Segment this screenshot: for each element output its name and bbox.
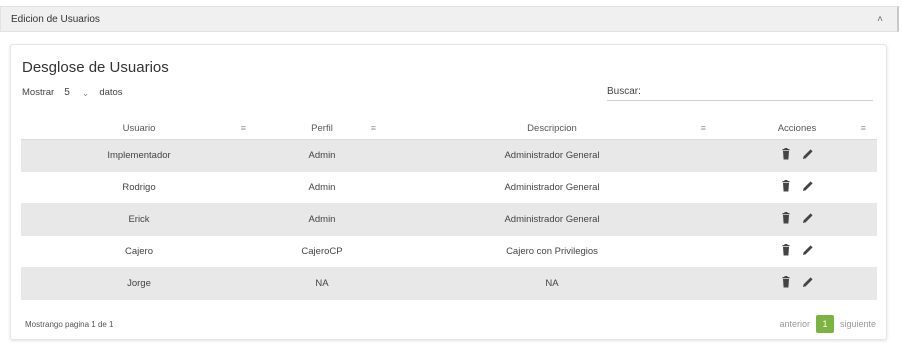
cell-acciones xyxy=(717,267,877,300)
accordion-title: Edicion de Usuarios xyxy=(11,13,100,25)
cell-usuario: Jorge xyxy=(21,267,257,300)
column-header-perfil[interactable]: Perfil ≡ xyxy=(257,119,387,140)
cell-perfil: NA xyxy=(257,267,387,300)
search-control: Buscar: xyxy=(607,83,873,101)
cell-acciones xyxy=(717,203,877,236)
column-header-usuario[interactable]: Usuario ≡ xyxy=(21,119,257,140)
next-page-link[interactable]: siguiente xyxy=(840,319,876,329)
cell-usuario: Implementador xyxy=(21,139,257,172)
trash-icon[interactable] xyxy=(780,179,792,192)
chevron-down-icon: ⌄ xyxy=(81,88,90,98)
cell-descripcion: Administrador General xyxy=(387,203,717,236)
trash-icon[interactable] xyxy=(780,147,792,160)
pencil-icon[interactable] xyxy=(802,244,814,256)
page-length-select[interactable]: 5 ⌄ xyxy=(60,85,93,99)
cell-perfil: CajeroCP xyxy=(257,235,387,268)
cell-usuario: Cajero xyxy=(21,235,257,268)
cell-descripcion: NA xyxy=(387,267,717,300)
page-length-control: Mostrar 5 ⌄ datos xyxy=(22,85,123,99)
cell-acciones xyxy=(717,171,877,204)
page-button-1[interactable]: 1 xyxy=(815,315,834,333)
trash-icon[interactable] xyxy=(780,275,792,288)
cell-perfil: Admin xyxy=(257,171,387,204)
table-header-row: Usuario ≡ Perfil ≡ Descripcion ≡ Accione… xyxy=(21,119,877,140)
sort-icon[interactable]: ≡ xyxy=(371,123,376,133)
table-row: Rodrigo Admin Administrador General xyxy=(21,171,877,204)
trash-icon[interactable] xyxy=(780,211,792,224)
pencil-icon[interactable] xyxy=(802,212,814,224)
length-prefix: Mostrar xyxy=(22,86,55,98)
length-suffix: datos xyxy=(99,86,123,98)
table-row: Implementador Admin Administrador Genera… xyxy=(21,139,877,172)
users-table: Usuario ≡ Perfil ≡ Descripcion ≡ Accione… xyxy=(21,119,877,300)
search-label: Buscar: xyxy=(607,86,641,97)
trash-icon[interactable] xyxy=(780,243,792,256)
cell-perfil: Admin xyxy=(257,139,387,172)
column-header-descripcion[interactable]: Descripcion ≡ xyxy=(387,119,717,140)
search-input[interactable] xyxy=(644,83,873,100)
cell-acciones xyxy=(717,139,877,172)
cell-descripcion: Administrador General xyxy=(387,171,717,204)
cell-usuario: Erick xyxy=(21,203,257,236)
chevron-up-icon[interactable]: ˄ xyxy=(877,14,883,25)
users-card: Desglose de Usuarios Mostrar 5 ⌄ datos B… xyxy=(10,44,887,340)
accordion-header[interactable]: Edicion de Usuarios ˄ xyxy=(0,6,899,32)
pencil-icon[interactable] xyxy=(802,276,814,288)
cell-descripcion: Cajero con Privilegios xyxy=(387,235,717,268)
pencil-icon[interactable] xyxy=(802,148,814,160)
pencil-icon[interactable] xyxy=(802,180,814,192)
page-length-value: 5 xyxy=(64,86,70,98)
table-row: Jorge NA NA xyxy=(21,267,877,300)
sort-icon[interactable]: ≡ xyxy=(701,123,706,133)
sort-icon[interactable]: ≡ xyxy=(241,123,246,133)
prev-page-link[interactable]: anterior xyxy=(779,319,810,329)
table-body: Implementador Admin Administrador Genera… xyxy=(21,139,877,300)
cell-descripcion: Administrador General xyxy=(387,139,717,172)
column-header-acciones[interactable]: Acciones ≡ xyxy=(717,119,877,140)
table-row: Cajero CajeroCP Cajero con Privilegios xyxy=(21,235,877,268)
pagination-info: Mostrango pagina 1 de 1 xyxy=(25,320,114,329)
cell-acciones xyxy=(717,235,877,268)
table-row: Erick Admin Administrador General xyxy=(21,203,877,236)
cell-perfil: Admin xyxy=(257,203,387,236)
card-title: Desglose de Usuarios xyxy=(22,59,169,76)
sort-icon[interactable]: ≡ xyxy=(861,123,866,133)
cell-usuario: Rodrigo xyxy=(21,171,257,204)
pagination: anterior 1 siguiente xyxy=(779,315,876,333)
